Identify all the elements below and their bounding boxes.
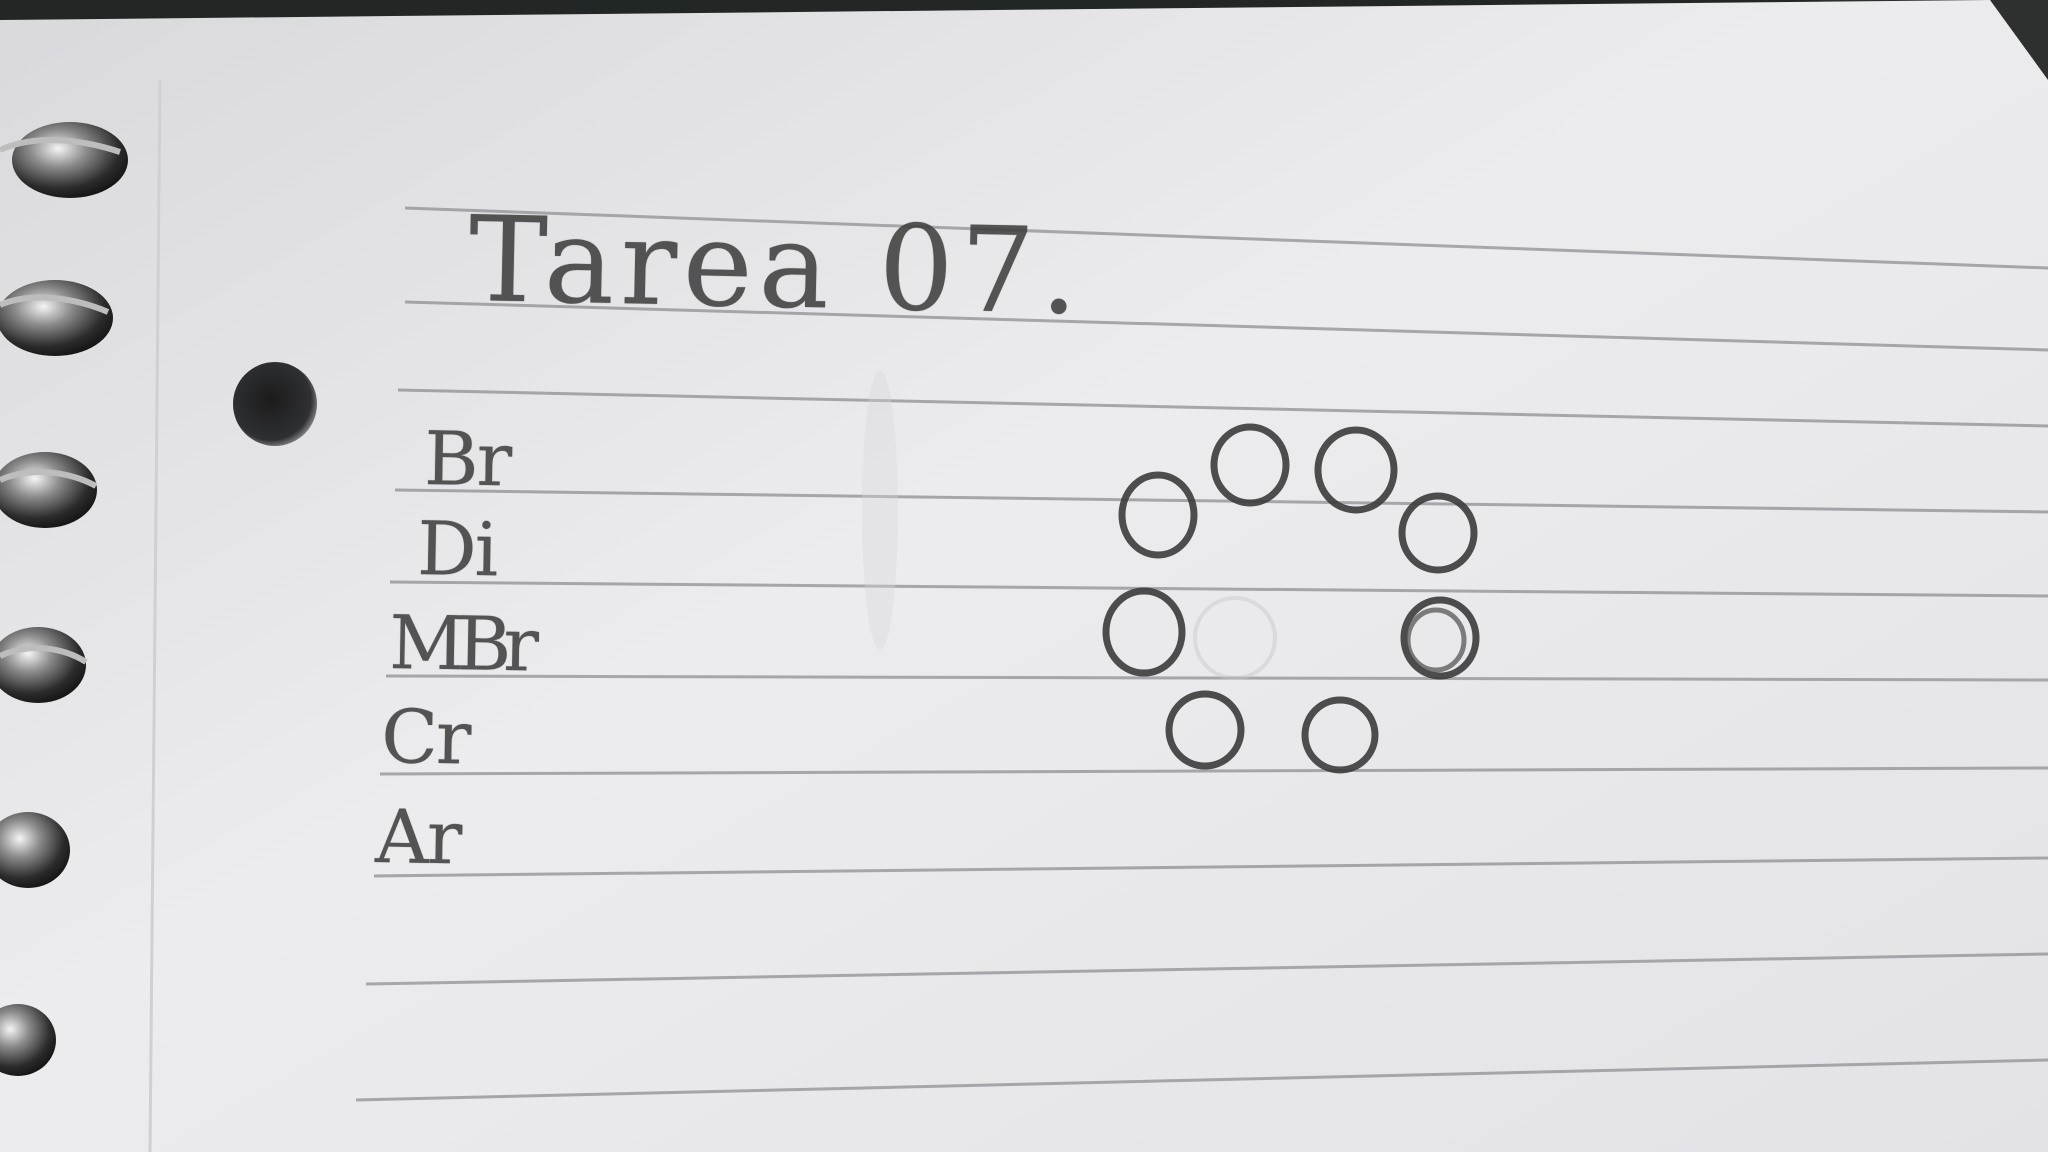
note-line-4: Cr bbox=[380, 694, 471, 782]
note-line-5: Ar bbox=[374, 794, 461, 882]
notebook-photo: Tarea 07. Br Di MBr Cr Ar bbox=[0, 0, 2048, 1152]
punched-hole bbox=[233, 362, 317, 446]
note-line-1: Br bbox=[423, 416, 511, 504]
spiral-ring bbox=[0, 280, 113, 356]
note-line-2: Di bbox=[416, 506, 498, 594]
spiral-ring bbox=[12, 122, 128, 198]
paper-sheet bbox=[0, 0, 2048, 1152]
note-line-3: MBr bbox=[388, 600, 532, 689]
notebook-page-drawing bbox=[0, 0, 2048, 1152]
eraser-smudge bbox=[862, 370, 898, 650]
assignment-title: Tarea 07. bbox=[467, 190, 1086, 341]
